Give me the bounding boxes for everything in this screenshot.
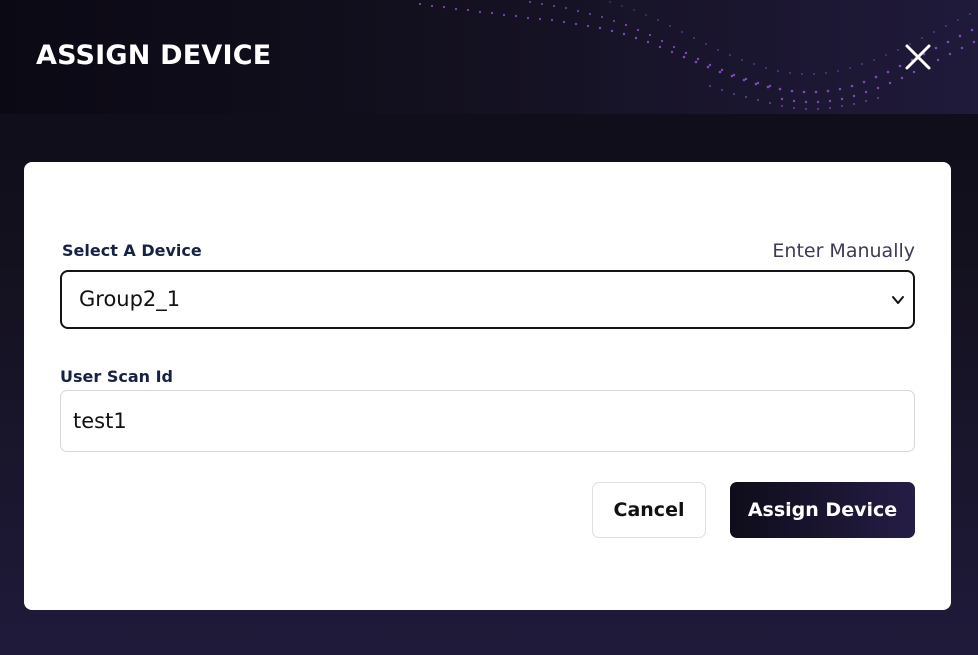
assign-device-button[interactable]: Assign Device (730, 482, 915, 538)
user-scan-id-label: User Scan Id (60, 367, 173, 386)
enter-manually-link[interactable]: Enter Manually (772, 240, 915, 262)
wave-pattern-decoration (418, 1, 976, 110)
close-button[interactable] (898, 38, 938, 78)
form-card: Select A Device Enter Manually Group2_1 … (24, 162, 951, 610)
user-scan-id-value: test1 (73, 409, 127, 433)
chevron-down-icon (892, 296, 904, 304)
dialog-header: ASSIGN DEVICE (0, 0, 978, 114)
close-icon (905, 44, 931, 70)
device-select-label: Select A Device (62, 241, 202, 260)
cancel-button[interactable]: Cancel (592, 482, 706, 538)
device-select-value: Group2_1 (79, 287, 181, 311)
dialog-title: ASSIGN DEVICE (36, 40, 272, 71)
user-scan-id-input[interactable]: test1 (60, 390, 915, 452)
assign-device-dialog: ASSIGN DEVICE Select A Device Enter Manu… (0, 0, 978, 655)
device-select[interactable]: Group2_1 (60, 270, 915, 329)
